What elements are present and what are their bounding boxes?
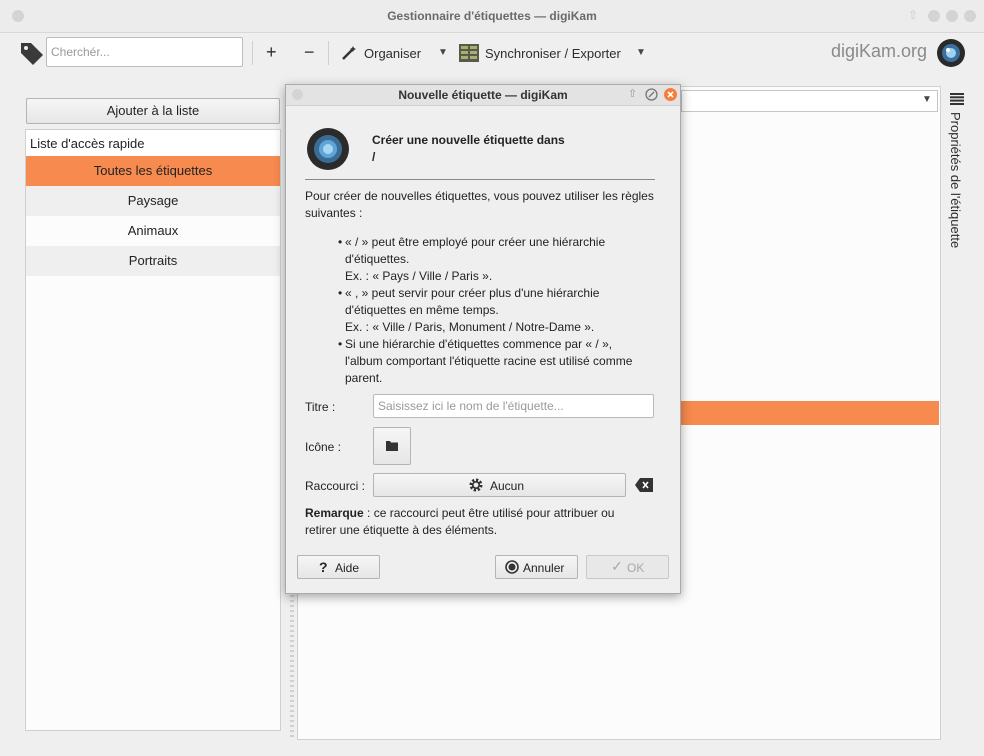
rule-text: parent. [345,371,383,385]
remove-tag-button[interactable]: − [304,42,315,63]
remark-line2: retirer une étiquette à des éléments. [305,523,498,537]
dialog-heading-path: / [372,150,376,164]
sync-export-menu[interactable]: Synchroniser / Exporter [485,46,621,61]
bullet-icon: • [338,235,343,249]
tag-row-animals[interactable]: Animaux [26,216,280,246]
rule-text: Si une hiérarchie d'étiquettes commence … [345,337,613,351]
keep-above-icon[interactable]: ⇧ [908,8,920,22]
organize-menu[interactable]: Organiser [364,46,421,61]
help-icon: ? [319,559,328,575]
toolbar-separator [252,41,253,65]
tag-combo[interactable] [681,90,938,112]
window-title: Gestionnaire d'étiquettes — digiKam [387,9,597,23]
tag-icon [18,39,46,67]
shortcut-value: Aucun [490,479,525,493]
sync-export-icon [459,44,479,62]
rule-text: Ex. : « Ville / Paris, Monument / Notre-… [345,320,595,334]
rule-text: l'album comportant l'étiquette racine es… [345,354,633,368]
menu-icon[interactable] [950,93,964,105]
add-tag-button[interactable]: + [266,42,277,63]
dialog-title: Nouvelle étiquette — digiKam [398,88,568,102]
rule-text: « / » peut être employé pour créer une h… [345,235,606,249]
dialog-divider [305,179,655,180]
tag-row-all[interactable]: Toutes les étiquettes [26,156,280,186]
dialog-close-icon[interactable] [664,88,677,101]
clear-shortcut-icon[interactable] [634,476,654,494]
folder-icon [386,441,398,451]
rule-text: « , » peut servir pour créer plus d'une … [345,286,600,300]
digikam-logo[interactable] [936,38,966,68]
gear-icon [469,478,483,492]
dialog-keep-above-icon[interactable]: ⇧ [628,87,637,100]
toolbar-separator [328,41,329,65]
dialog-intro: Pour créer de nouvelles étiquettes, vous… [305,189,654,220]
bullet-icon: • [338,286,343,300]
cancel-label: Annuler [523,561,565,575]
title-label: Titre : [305,400,336,414]
dialog-heading: Créer une nouvelle étiquette dans [372,133,565,147]
tag-row-landscape[interactable]: Paysage [26,186,280,216]
tag-row-portraits[interactable]: Portraits [26,246,280,276]
icon-label: Icône : [305,440,342,454]
close-button[interactable] [964,10,976,22]
properties-tab[interactable]: Propriétés de l'étiquette [948,112,963,248]
minimize-button[interactable] [928,10,940,22]
rule-text: d'étiquettes. [345,252,410,266]
maximize-button[interactable] [946,10,958,22]
add-to-list-button[interactable]: Ajouter à la liste [26,98,280,124]
bullet-icon: • [338,337,343,351]
ok-label: OK [627,561,645,575]
remark-bold: Remarque [305,506,364,520]
shortcut-label: Raccourci : [305,479,366,493]
rule-text: Ex. : « Pays / Ville / Paris ». [345,269,493,283]
organize-dropdown-icon[interactable]: ▼ [438,47,448,58]
dialog-help-icon[interactable] [645,88,658,101]
search-input[interactable] [46,37,243,67]
remark-text: Remarque : ce raccourci peut être utilis… [305,505,665,522]
digikam-icon [306,127,350,171]
brand-label: digiKam.org [831,41,928,61]
rule-text: d'étiquettes en même temps. [345,303,499,317]
tag-combo-dropdown-icon[interactable]: ▼ [922,94,932,105]
wand-icon [341,45,357,61]
help-label: Aide [335,561,360,575]
remark-body: : ce raccourci peut être utilisé pour at… [363,506,615,520]
icon-picker-button[interactable] [373,427,411,465]
check-icon: ✓ [611,558,623,574]
sync-dropdown-icon[interactable]: ▼ [636,47,646,58]
quick-access-label: Liste d'accès rapide [30,136,145,151]
cancel-icon [505,560,519,574]
tag-title-input[interactable] [373,394,654,418]
selected-tag-row[interactable] [681,401,939,425]
